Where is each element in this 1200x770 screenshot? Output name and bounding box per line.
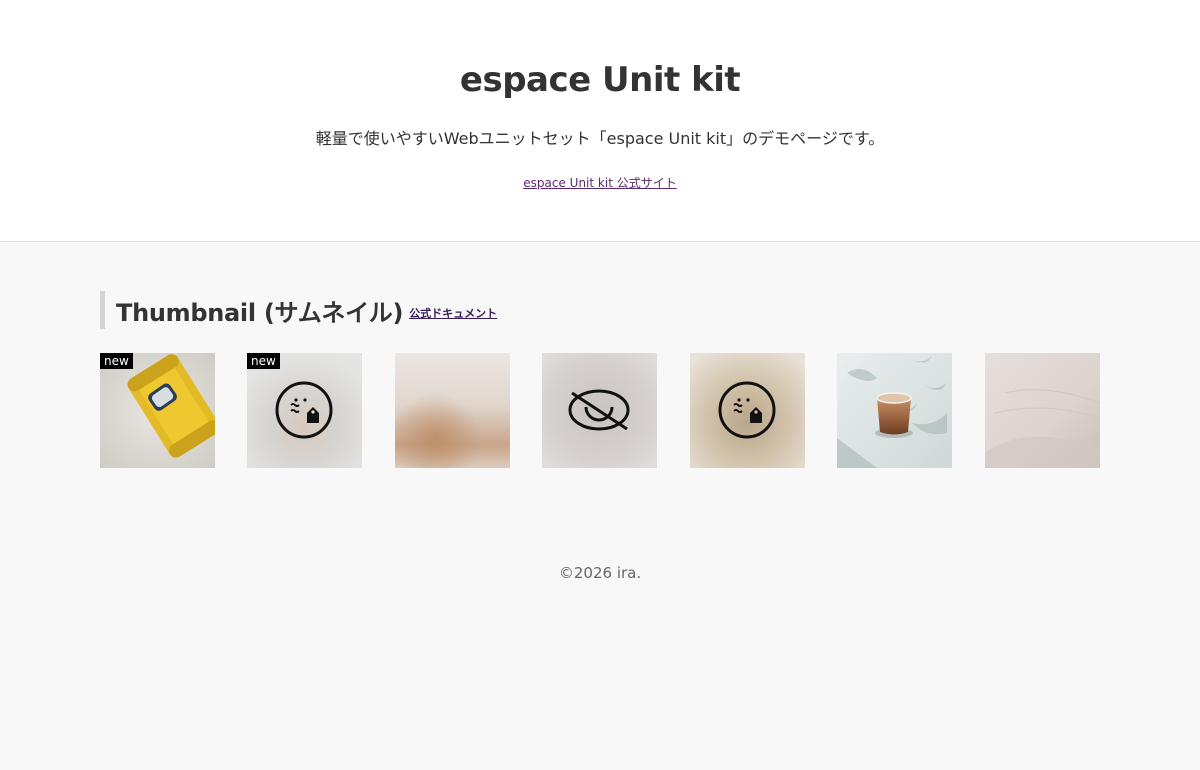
- section-heading: Thumbnail (サムネイル) 公式ドキュメント: [100, 291, 497, 329]
- thumbnail-4[interactable]: [542, 353, 657, 468]
- site-title: espace Unit kit: [459, 60, 741, 100]
- official-site-link[interactable]: espace Unit kit 公式サイト: [523, 176, 676, 190]
- sand-dune-image: [985, 353, 1100, 468]
- image-placeholder: [247, 353, 362, 468]
- documentation-link[interactable]: 公式ドキュメント: [409, 305, 497, 321]
- new-badge: new: [100, 353, 133, 369]
- thumbnail-2[interactable]: new: [247, 353, 362, 468]
- blurred-image: [395, 353, 510, 468]
- new-badge: new: [247, 353, 280, 369]
- thumbnail-section: Thumbnail (サムネイル) 公式ドキュメント new new ©2026…: [0, 242, 1200, 770]
- site-header: espace Unit kit 軽量で使いやすいWebユニットセット「espac…: [0, 0, 1200, 242]
- section-title: Thumbnail (サムネイル): [116, 298, 404, 327]
- hidden-image-placeholder: [542, 353, 657, 468]
- thumbnail-1[interactable]: new: [100, 353, 215, 468]
- thumbnail-6[interactable]: [837, 353, 952, 468]
- yellow-sofa-image: [100, 353, 215, 468]
- thumbnail-5[interactable]: [690, 353, 805, 468]
- image-placeholder: [690, 353, 805, 468]
- thumbnail-list: new new: [100, 353, 1100, 468]
- thumbnail-3[interactable]: [395, 353, 510, 468]
- site-description: 軽量で使いやすいWebユニットセット「espace Unit kit」のデモペー…: [315, 129, 885, 148]
- official-link-wrapper: espace Unit kit 公式サイト: [0, 174, 1200, 192]
- copyright-text: ©2026 ira.: [558, 564, 642, 582]
- coffee-glass-image: [837, 353, 952, 468]
- thumbnail-7[interactable]: [985, 353, 1100, 468]
